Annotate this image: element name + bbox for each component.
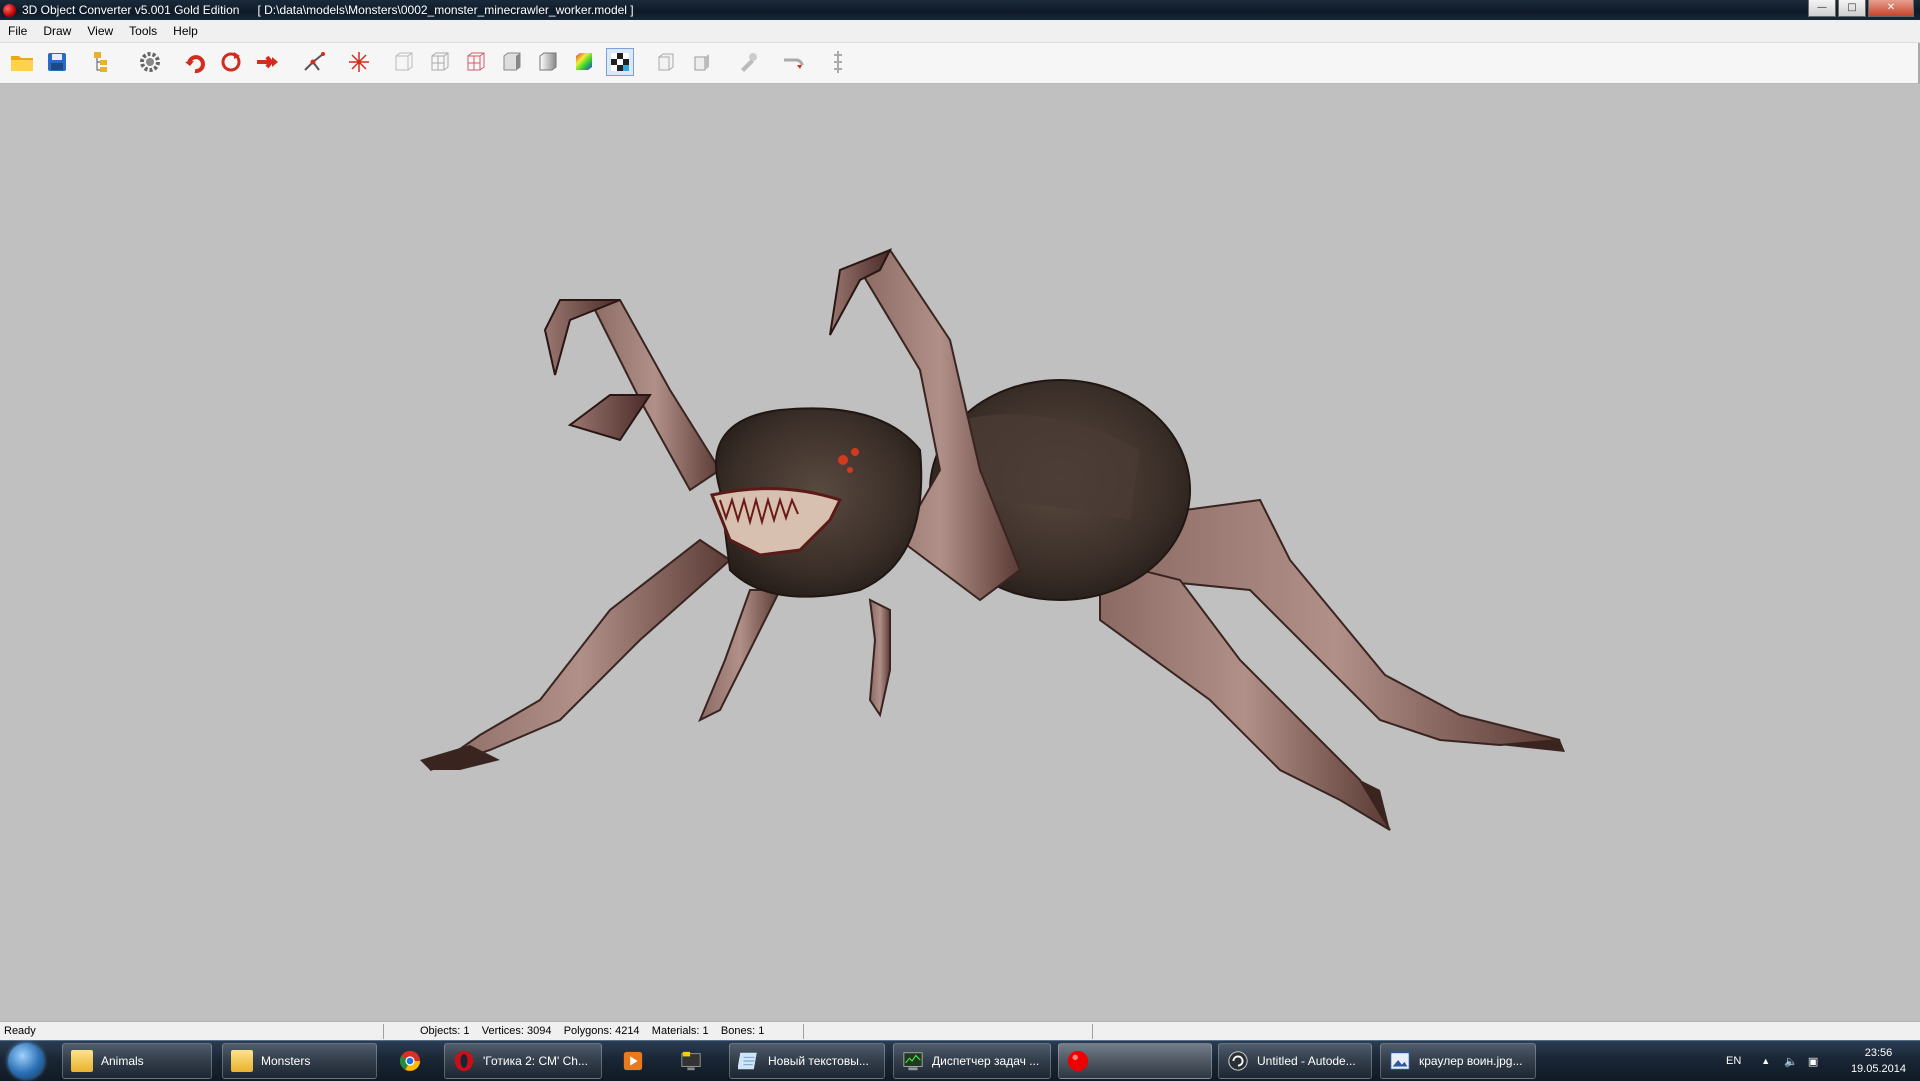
start-button[interactable]: [8, 1043, 44, 1079]
status-objects: Objects: 1: [420, 1025, 470, 1037]
image-viewer-icon: [1390, 1052, 1410, 1070]
taskbar: Animals Monsters 'Готика 2: СМ' Ch... Но…: [0, 1040, 1920, 1081]
tray-expand-icon[interactable]: ▲: [1761, 1056, 1770, 1066]
minimize-button[interactable]: —: [1808, 0, 1836, 17]
rotate-left-icon[interactable]: [181, 48, 209, 76]
opera-icon: [454, 1050, 474, 1072]
status-bones: Bones: 1: [720, 1025, 765, 1037]
task-label: 'Готика 2: СМ' Ch...: [483, 1054, 588, 1068]
window-title: 3D Object Converter v5.001 Gold Edition: [22, 3, 240, 17]
task-label: краулер воин.jpg...: [1419, 1054, 1523, 1068]
settings-gear-icon[interactable]: [136, 48, 164, 76]
converter-app-icon: [1067, 1050, 1089, 1072]
tool-icon[interactable]: [734, 48, 762, 76]
status-ready: Ready: [4, 1025, 36, 1037]
clock-time: 23:56: [1864, 1047, 1893, 1059]
media-player-icon: [623, 1051, 643, 1071]
tree-icon[interactable]: [88, 48, 116, 76]
status-stats: Objects: 1 Vertices: 3094 Polygons: 4214…: [383, 1024, 844, 1039]
chrome-icon: [399, 1050, 421, 1072]
task-opera[interactable]: 'Готика 2: СМ' Ch...: [444, 1043, 602, 1079]
color-shade-icon[interactable]: [570, 48, 598, 76]
task-label: Диспетчер задач ...: [932, 1054, 1040, 1068]
minecrawler-model: [420, 248, 1565, 831]
task-autodesk[interactable]: Untitled - Autode...: [1218, 1043, 1372, 1079]
menu-view[interactable]: View: [79, 24, 121, 38]
autodesk-icon: [1228, 1051, 1248, 1071]
notepad-icon: [738, 1052, 757, 1070]
menu-tools[interactable]: Tools: [121, 24, 165, 38]
maximize-button[interactable]: □: [1838, 0, 1866, 17]
status-pane-empty-1: [803, 1024, 1093, 1039]
texture-checker-icon[interactable]: [606, 48, 634, 76]
app-icon[interactable]: [3, 3, 16, 17]
wireframe-red-icon[interactable]: [462, 48, 490, 76]
menu-draw[interactable]: Draw: [35, 24, 79, 38]
monitor-icon: [681, 1051, 701, 1071]
3d-viewport[interactable]: [0, 84, 1920, 1021]
skeleton-icon[interactable]: [300, 48, 328, 76]
status-materials: Materials: 1: [651, 1025, 709, 1037]
clock[interactable]: 23:56 19.05.2014: [1851, 1045, 1906, 1077]
bones-icon[interactable]: [824, 48, 852, 76]
task-monsters[interactable]: Monsters: [222, 1043, 377, 1079]
task-animals[interactable]: Animals: [62, 1043, 212, 1079]
task-label: Monsters: [261, 1054, 311, 1068]
center-icon[interactable]: [345, 48, 373, 76]
paint-icon[interactable]: [779, 48, 807, 76]
task-label: Новый текстовы...: [768, 1054, 869, 1068]
task-manager-icon: [903, 1052, 923, 1071]
task-task-manager[interactable]: Диспетчер задач ...: [893, 1043, 1051, 1079]
task-monitor[interactable]: [672, 1043, 712, 1079]
window-file-path: [ D:\data\models\Monsters\0002_monster_m…: [257, 3, 634, 17]
wireframe-box-icon[interactable]: [426, 48, 454, 76]
network-icon[interactable]: ▣: [1808, 1055, 1818, 1068]
box-icon[interactable]: [688, 48, 716, 76]
task-chrome[interactable]: [391, 1043, 431, 1079]
status-vertices: Vertices: 3094: [481, 1025, 552, 1037]
clock-date: 19.05.2014: [1850, 1063, 1906, 1075]
language-indicator[interactable]: EN: [1726, 1055, 1741, 1067]
task-media-player[interactable]: [614, 1043, 654, 1079]
folder-icon: [231, 1050, 253, 1072]
task-image-viewer[interactable]: краулер воин.jpg...: [1380, 1043, 1536, 1079]
menu-bar: File Draw View Tools Help: [0, 20, 1920, 43]
menu-help[interactable]: Help: [165, 24, 206, 38]
normals-icon[interactable]: [652, 48, 680, 76]
menu-file[interactable]: File: [0, 24, 35, 38]
status-pane-empty-2: [1092, 1024, 1919, 1039]
task-notepad[interactable]: Новый текстовы...: [729, 1043, 885, 1079]
close-button[interactable]: ✕: [1868, 0, 1914, 17]
system-tray: EN ▲ 🔈 ▣: [1726, 1041, 1818, 1081]
open-folder-icon[interactable]: [8, 48, 36, 76]
flat-shade-icon[interactable]: [498, 48, 526, 76]
task-3d-converter[interactable]: [1058, 1043, 1212, 1079]
task-label: Untitled - Autode...: [1257, 1054, 1356, 1068]
wireframe-icon[interactable]: [390, 48, 418, 76]
volume-icon[interactable]: 🔈: [1784, 1055, 1798, 1068]
task-label: Animals: [101, 1054, 144, 1068]
status-bar: Ready Objects: 1 Vertices: 3094 Polygons…: [0, 1021, 1920, 1041]
move-icon[interactable]: [253, 48, 281, 76]
rotate-icon[interactable]: [217, 48, 245, 76]
folder-icon: [71, 1050, 93, 1072]
title-bar: 3D Object Converter v5.001 Gold Edition …: [0, 0, 1920, 20]
toolbar: [0, 43, 1920, 84]
status-polygons: Polygons: 4214: [563, 1025, 640, 1037]
save-icon[interactable]: [43, 48, 71, 76]
smooth-shade-icon[interactable]: [534, 48, 562, 76]
